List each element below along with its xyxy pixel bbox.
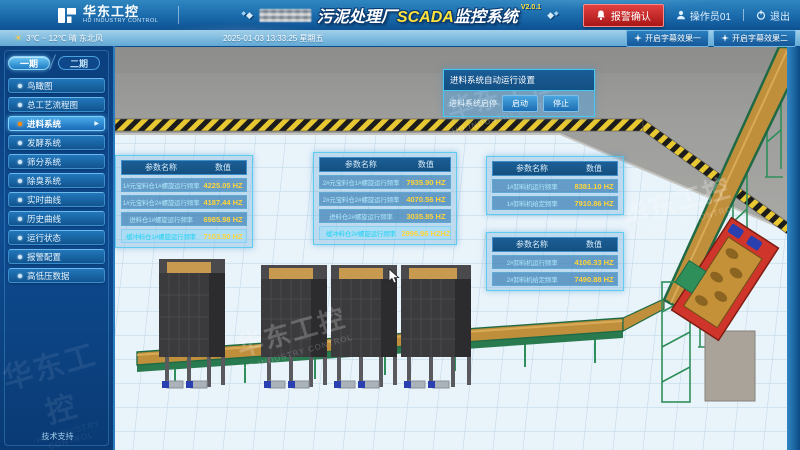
phase-tabs: 一期 二期 — [0, 52, 113, 76]
frame-edge — [787, 47, 800, 450]
col-header-value: 数值 — [571, 162, 617, 175]
logout-button[interactable]: 退出 — [756, 8, 790, 23]
sidebar-menu: 鸟瞰图 总工艺流程图 进料系统▶ 发酵系统 筛分系统 除臭系统 实时曲线 历史曲… — [0, 76, 113, 289]
start-stop-label: 进料系统启停 — [449, 98, 497, 109]
bullet-icon — [18, 179, 22, 183]
effect-icon — [721, 34, 729, 42]
bullet-icon — [18, 217, 22, 221]
table-row: 1#元宝料仓2#螺旋运行频率4187.44 HZ — [121, 195, 247, 209]
bullet-icon — [18, 122, 22, 126]
redacted-text-block — [259, 9, 311, 22]
sidebar-item-screening[interactable]: 筛分系统 — [8, 154, 105, 169]
company-logo: 华东工控 HD INDUSTRY CONTROL — [58, 5, 179, 25]
header-divider — [743, 9, 744, 21]
col-header-value: 数值 — [200, 161, 246, 174]
sidebar-item-deodorization[interactable]: 除臭系统 — [8, 173, 105, 188]
version-label: V2.0.1 — [521, 4, 541, 11]
tab-phase-2[interactable]: 二期 — [58, 56, 100, 70]
param-table-hopper1: 参数名称 数值 1#元宝料仓1#螺旋运行频率4225.05 HZ 1#元宝料仓2… — [115, 155, 253, 248]
effect-icon — [634, 34, 642, 42]
alarm-confirm-button[interactable]: 报警确认 — [583, 4, 664, 27]
table-row: 1#卸料机运行频率8381.10 HZ — [492, 179, 618, 193]
scada-app: 华东工控 HD INDUSTRY CONTROL ◆◆ 污泥处理厂SCADA监控… — [0, 0, 800, 450]
table-row: 2#元宝料仓2#螺旋运行频率4070.56 HZ — [319, 192, 451, 206]
main-view: 华东工控HD.INDUSTRY CONTROL 华东工控HD.INDUSTRY … — [115, 46, 800, 450]
alarm-confirm-label: 报警确认 — [611, 8, 651, 23]
bullet-icon — [18, 160, 22, 164]
col-header-param: 参数名称 — [122, 161, 200, 174]
power-icon — [756, 10, 766, 20]
logo-mark-icon — [58, 7, 77, 24]
feed-auto-run-panel: 进料系统自动运行设置 进料系统启停 启动 停止 — [443, 69, 595, 117]
table-row: 进料仓1#螺旋运行频率6985.98 HZ — [121, 212, 247, 226]
weather-text: 3℃ ~ 12℃ 晴 东北风 — [26, 33, 103, 44]
datetime-text: 2025-01-03 13:33:25 星期五 — [223, 33, 324, 44]
tech-support-link[interactable]: 技术支持 — [0, 431, 115, 442]
header-bar: 华东工控 HD INDUSTRY CONTROL ◆◆ 污泥处理厂SCADA监控… — [0, 0, 800, 30]
status-bar: ☀ 3℃ ~ 12℃ 晴 东北风 2025-01-03 13:33:25 星期五… — [0, 30, 800, 46]
weather-widget: ☀ 3℃ ~ 12℃ 晴 东北风 — [14, 33, 103, 44]
col-header-param: 参数名称 — [493, 162, 571, 175]
operator-button[interactable]: 操作员01 — [676, 8, 731, 23]
header-divider — [178, 6, 179, 24]
table-row: 1#元宝料仓1#螺旋运行频率4225.05 HZ — [121, 178, 247, 192]
table-row: 进料仓2#螺旋运行频率3035.85 HZ — [319, 209, 451, 223]
tab-divider — [49, 54, 56, 69]
param-table-hopper2: 参数名称 数值 2#元宝料仓1#螺旋运行频率7935.90 HZ 2#元宝料仓2… — [313, 152, 457, 245]
table-row: 缓冲料仓1#螺旋运行频率7103.50 HZ — [121, 229, 247, 243]
bullet-icon — [18, 255, 22, 259]
table-row: 2#卸料机给定频率7490.88 HZ — [492, 272, 618, 286]
sidebar-item-birdview[interactable]: 鸟瞰图 — [8, 78, 105, 93]
table-row: 1#卸料机给定频率7910.86 HZ — [492, 196, 618, 210]
bullet-icon — [18, 84, 22, 88]
panel-title: 进料系统自动运行设置 — [444, 70, 594, 91]
operator-label: 操作员01 — [690, 8, 731, 23]
col-header-param: 参数名称 — [320, 158, 402, 171]
page-title: ◆◆ 污泥处理厂SCADA监控系统 V2.0.1 ◆◆ — [241, 0, 558, 30]
table-row: 2#卸料机运行频率4106.33 HZ — [492, 255, 618, 269]
col-header-param: 参数名称 — [493, 238, 571, 251]
col-header-value: 数值 — [571, 238, 617, 251]
col-header-value: 数值 — [402, 158, 450, 171]
param-table-discharger1: 参数名称 数值 1#卸料机运行频率8381.10 HZ 1#卸料机给定频率791… — [486, 156, 624, 215]
bullet-icon — [18, 198, 22, 202]
main-title-text: 污泥处理厂SCADA监控系统 — [317, 3, 518, 27]
bullet-icon — [18, 103, 22, 107]
sun-icon: ☀ — [14, 33, 22, 44]
bell-icon — [596, 10, 606, 21]
tab-phase-1[interactable]: 一期 — [8, 56, 50, 70]
bullet-icon — [18, 141, 22, 145]
subtitle-effect-2-label: 开启字幕效果二 — [732, 33, 788, 44]
stop-button[interactable]: 停止 — [543, 95, 579, 112]
param-table-discharger2: 参数名称 数值 2#卸料机运行频率4106.33 HZ 2#卸料机给定频率749… — [486, 232, 624, 291]
user-icon — [676, 10, 686, 20]
sidebar-item-alarm-config[interactable]: 报警配置 — [8, 249, 105, 264]
logout-label: 退出 — [770, 8, 790, 23]
logo-cn-text: 华东工控 — [83, 5, 158, 18]
sidebar-item-process-flow[interactable]: 总工艺流程图 — [8, 97, 105, 112]
subtitle-effect-2-button[interactable]: 开启字幕效果二 — [713, 30, 796, 47]
start-button[interactable]: 启动 — [502, 95, 538, 112]
bullet-icon — [18, 274, 22, 278]
table-row: 2#元宝料仓1#螺旋运行频率7935.90 HZ — [319, 175, 451, 189]
sidebar-item-realtime-curve[interactable]: 实时曲线 — [8, 192, 105, 207]
sidebar-item-feed-system[interactable]: 进料系统▶ — [8, 116, 105, 131]
submenu-arrow-icon: ▶ — [94, 120, 99, 127]
table-row: 缓冲料仓2#螺旋运行频率2996.96 HZHZ — [319, 226, 451, 240]
subtitle-effect-1-label: 开启字幕效果一 — [645, 33, 701, 44]
diamond-left-icon: ◆◆ — [241, 10, 253, 21]
sidebar-item-hv-lv-data[interactable]: 高低压数据 — [8, 268, 105, 283]
diamond-right-icon: ◆◆ — [547, 10, 559, 21]
subtitle-effect-1-button[interactable]: 开启字幕效果一 — [626, 30, 709, 47]
logo-en-text: HD INDUSTRY CONTROL — [83, 18, 158, 25]
pedestal — [705, 331, 755, 401]
sidebar-item-fermentation[interactable]: 发酵系统 — [8, 135, 105, 150]
sidebar-item-running-status[interactable]: 运行状态 — [8, 230, 105, 245]
sidebar-nav: 一期 二期 鸟瞰图 总工艺流程图 进料系统▶ 发酵系统 筛分系统 除臭系统 实时… — [0, 46, 115, 450]
bullet-icon — [18, 236, 22, 240]
sidebar-item-history-curve[interactable]: 历史曲线 — [8, 211, 105, 226]
